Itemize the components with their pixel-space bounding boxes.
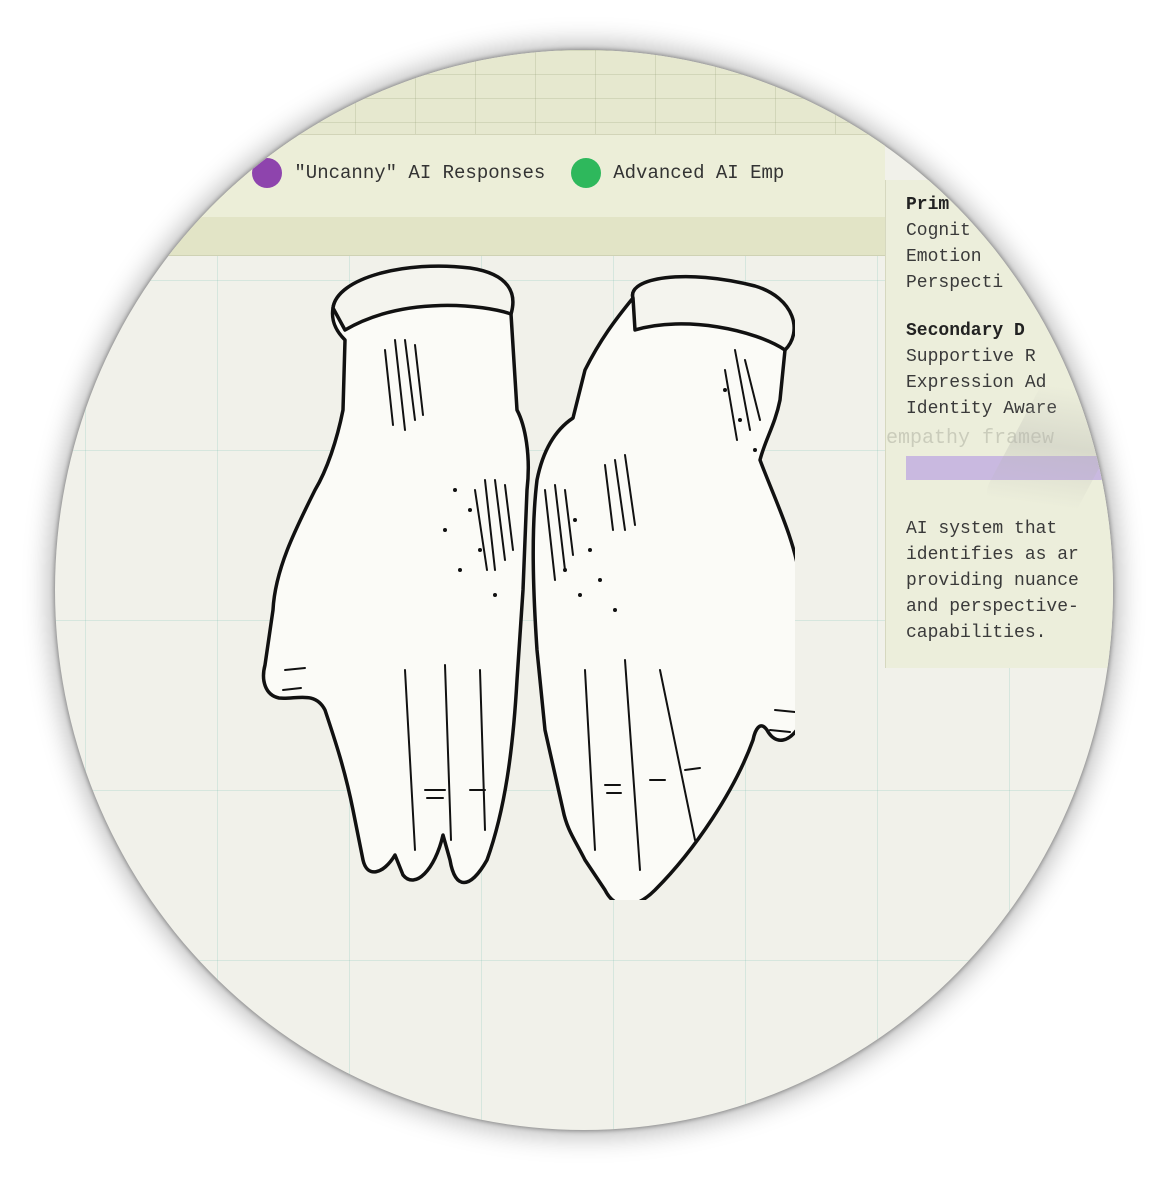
primary-item: Emotion — [906, 247, 982, 267]
right-hand — [531, 276, 795, 900]
primary-item: Perspecti — [906, 273, 1004, 293]
description-line: identifies as ar — [906, 545, 1079, 565]
legend-label: "Uncanny" AI Responses — [294, 162, 546, 184]
cupped-hands-icon — [261, 264, 795, 900]
secondary-heading: Secondary D — [906, 321, 1025, 341]
circular-collage: s "Uncanny" AI Responses Advanced AI Emp… — [55, 50, 1113, 1130]
secondary-item: Supportive R — [906, 347, 1036, 367]
stage: s "Uncanny" AI Responses Advanced AI Emp… — [0, 0, 1167, 1180]
description-line: capabilities. — [906, 623, 1047, 643]
legend: s "Uncanny" AI Responses Advanced AI Emp — [215, 158, 810, 188]
legend-label: Advanced AI Emp — [613, 162, 785, 184]
legend-dot-green — [571, 158, 602, 188]
primary-heading: Prim — [906, 195, 950, 215]
legend-label: s — [215, 162, 227, 184]
left-hand — [261, 265, 531, 884]
primary-item: Cognit — [906, 221, 971, 241]
legend-item-advanced: Advanced AI Emp — [571, 158, 784, 188]
legend-dot-purple — [252, 158, 283, 188]
legend-item-partial: s — [215, 162, 226, 184]
description-line: providing nuance — [906, 571, 1079, 591]
description-line: and perspective- — [906, 597, 1079, 617]
secondary-item: Expression Ad — [906, 373, 1047, 393]
legend-item-uncanny: "Uncanny" AI Responses — [252, 158, 545, 188]
